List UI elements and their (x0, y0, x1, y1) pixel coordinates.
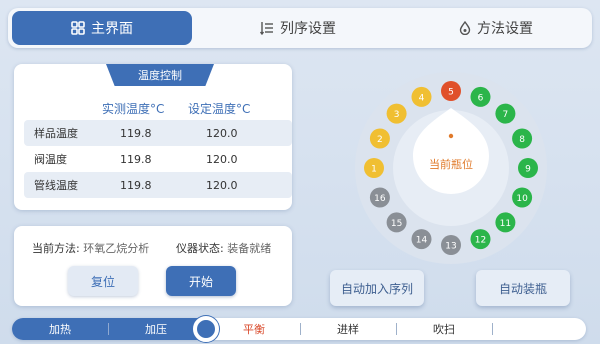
instrument-status-label: 仪器状态: (176, 242, 224, 255)
step-equilibrating: 平衡 (243, 323, 265, 336)
temperature-control-title: 温度控制 (106, 64, 214, 86)
vial-position[interactable]: 12 (470, 229, 491, 250)
temperature-control-panel: 温度控制 实测温度°C 设定温度°C 样品温度 119.8 120.0 阀温度 … (14, 64, 292, 210)
vial-position[interactable]: 1 (364, 158, 384, 178)
vial-number: 16 (374, 194, 386, 204)
vial-position[interactable]: 11 (495, 212, 516, 233)
temp-row-label: 管线温度 (34, 179, 78, 192)
progress-indicator-knob (193, 316, 219, 342)
tab-method-settings[interactable]: 方法设置 (404, 11, 588, 45)
tab-sequence-settings[interactable]: 列序设置 (208, 11, 388, 45)
set-temp-value[interactable]: 120.0 (206, 179, 238, 192)
current-method-value: 环氧乙烷分析 (83, 242, 150, 255)
actual-temp-value: 119.8 (120, 178, 152, 192)
tab-main-label: 主界面 (91, 21, 133, 37)
step-purge: 吹扫 (433, 323, 455, 336)
auto-add-to-sequence-button[interactable]: 自动加入序列 (330, 270, 424, 306)
vial-number: 8 (519, 135, 525, 145)
instrument-status: 仪器状态: 装备就绪 (176, 240, 271, 256)
vial-number: 7 (503, 110, 509, 120)
vial-position[interactable]: 7 (495, 103, 516, 124)
sample-tray: 当前瓶位 1 2 3 4 5 6 7 8 9 10 11 12 13 14 15 16 (353, 70, 549, 266)
temp-row-line: 管线温度 119.8 120.0 (24, 172, 292, 198)
vial-position[interactable]: 16 (369, 187, 390, 208)
auto-load-vial-button[interactable]: 自动装瓶 (476, 270, 570, 306)
current-method-label: 当前方法: (32, 242, 80, 255)
vial-position[interactable]: 3 (386, 103, 407, 124)
instrument-status-value: 装备就绪 (227, 242, 272, 255)
vial-position[interactable]: 6 (470, 86, 491, 107)
vial-number: 13 (445, 242, 456, 252)
process-progress-bar: 加热 加压 平衡 进样 吹扫 (12, 318, 586, 340)
set-temp-value[interactable]: 120.0 (206, 127, 238, 140)
step-divider (492, 323, 493, 335)
vial-number: 14 (416, 236, 428, 246)
step-heating: 加热 (49, 323, 71, 336)
step-injection: 进样 (337, 323, 359, 336)
step-pressurizing: 加压 (145, 323, 167, 336)
actual-temp-value: 119.8 (120, 152, 152, 166)
vial-number: 15 (391, 219, 402, 229)
vial-number: 5 (448, 88, 454, 98)
current-method: 当前方法: 环氧乙烷分析 (32, 240, 149, 256)
vial-position[interactable]: 10 (512, 187, 533, 208)
column-header-actual-temp: 实测温度°C (102, 102, 165, 116)
vial-position[interactable]: 2 (369, 128, 390, 149)
start-button[interactable]: 开始 (166, 266, 236, 296)
sample-tray-graphic: 当前瓶位 12345678910111213141516 (355, 72, 547, 264)
vial-number: 3 (394, 110, 400, 120)
vial-position[interactable]: 15 (386, 212, 407, 233)
column-header-set-temp: 设定温度°C (188, 102, 251, 116)
vial-number: 11 (500, 219, 511, 229)
tab-main[interactable]: 主界面 (12, 11, 192, 45)
droplet-icon (459, 21, 471, 35)
vial-position[interactable]: 9 (518, 158, 538, 178)
grid-icon (71, 21, 85, 35)
method-status-panel: 当前方法: 环氧乙烷分析 仪器状态: 装备就绪 复位 开始 (14, 226, 292, 306)
temp-row-label: 阀温度 (34, 153, 67, 166)
vial-position[interactable]: 8 (512, 128, 533, 149)
set-temp-value[interactable]: 120.0 (206, 153, 238, 166)
temp-row-valve: 阀温度 119.8 120.0 (24, 146, 292, 172)
sequence-list-icon (260, 21, 274, 35)
vial-number: 4 (419, 93, 425, 103)
temp-row-sample: 样品温度 119.8 120.0 (24, 120, 292, 146)
reset-button[interactable]: 复位 (68, 266, 138, 296)
vial-position[interactable]: 14 (411, 229, 432, 250)
vial-position[interactable]: 4 (411, 86, 432, 107)
vial-number: 1 (371, 165, 377, 175)
actual-temp-value: 119.8 (120, 126, 152, 140)
current-vial-label: 当前瓶位 (429, 157, 473, 171)
vial-number: 9 (525, 165, 531, 175)
vial-number: 10 (516, 194, 528, 204)
needle-marker (448, 133, 454, 139)
temp-row-label: 样品温度 (34, 127, 78, 140)
vial-number: 2 (377, 135, 383, 145)
vial-position[interactable]: 5 (441, 81, 461, 101)
tab-method-settings-label: 方法设置 (477, 21, 533, 37)
tab-sequence-settings-label: 列序设置 (280, 21, 336, 37)
vial-number: 6 (478, 93, 484, 103)
vial-number: 12 (475, 236, 486, 246)
vial-position[interactable]: 13 (441, 235, 461, 255)
main-tab-bar: 主界面 列序设置 方法设置 (8, 8, 592, 48)
